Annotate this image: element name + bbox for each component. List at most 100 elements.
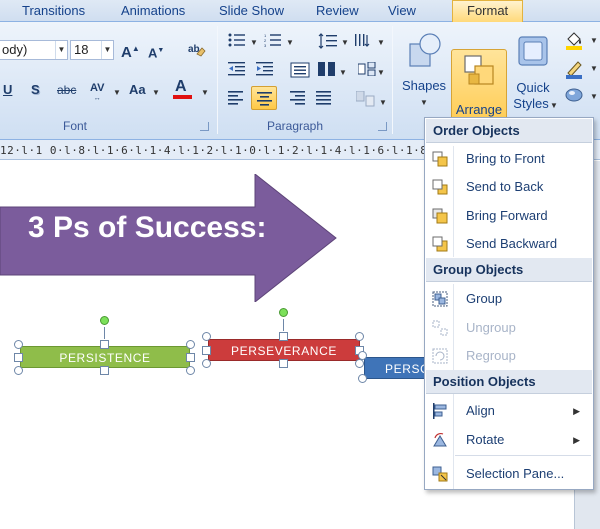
columns-icon[interactable] (318, 62, 336, 80)
shape-effects-icon[interactable] (564, 86, 584, 108)
resize-handle[interactable] (14, 340, 23, 349)
tab-review[interactable]: Review (316, 2, 359, 22)
numbering-icon[interactable]: 123 (264, 33, 282, 51)
bring-to-front-item[interactable]: Bring to Front (426, 145, 592, 173)
resize-handle[interactable] (100, 340, 109, 349)
chevron-down-icon[interactable]: ▼ (201, 88, 209, 97)
chevron-down-icon[interactable]: ▼ (379, 98, 387, 107)
chevron-down-icon[interactable]: ▼ (339, 68, 347, 77)
font-size-combo[interactable]: 18 ▼ (70, 40, 114, 60)
align-right-icon[interactable] (290, 91, 306, 109)
arrange-icon (464, 55, 494, 85)
change-case-button[interactable]: Aa (129, 82, 146, 98)
align-text-icon[interactable] (290, 62, 310, 82)
shrink-font-icon[interactable]: A▼ (148, 43, 164, 61)
rotate-item[interactable]: Rotate ▶ (426, 426, 592, 454)
svg-text:3: 3 (264, 43, 267, 47)
tab-animations[interactable]: Animations (121, 2, 185, 22)
chevron-down-icon[interactable]: ▼ (286, 38, 294, 47)
grow-font-icon[interactable]: A▲ (121, 41, 140, 61)
chevron-down-icon[interactable]: ▼ (590, 64, 598, 73)
strikethrough-button[interactable]: abc (57, 82, 76, 98)
tab-format[interactable]: Format (452, 0, 524, 22)
justify-icon[interactable] (316, 91, 332, 109)
center-align-icon (257, 92, 272, 106)
resize-handle[interactable] (358, 351, 367, 360)
bring-forward-icon (432, 208, 448, 224)
align-item[interactable]: Align ▶ (426, 397, 592, 425)
chevron-down-icon[interactable]: ▼ (152, 88, 160, 97)
group-icon (432, 291, 448, 307)
font-name-combo[interactable]: ody) ▼ (0, 40, 68, 60)
quick-styles-icon (518, 36, 548, 66)
underline-button[interactable]: U (3, 82, 12, 98)
convert-to-smartart-icon[interactable] (355, 90, 376, 111)
selection-pane-item[interactable]: Selection Pane... (426, 460, 592, 488)
chevron-down-icon[interactable]: ▼ (590, 92, 598, 101)
resize-handle[interactable] (202, 359, 211, 368)
regroup-item[interactable]: Regroup (426, 342, 592, 370)
paragraph-dialog-launcher[interactable] (378, 122, 387, 131)
resize-handle[interactable] (202, 332, 211, 341)
font-group-label: Font (62, 119, 87, 133)
third-box[interactable]: PERSO (364, 357, 426, 379)
chevron-down-icon[interactable]: ▼ (101, 41, 113, 59)
resize-handle[interactable] (186, 366, 195, 375)
resize-handle[interactable] (358, 374, 367, 383)
rotation-handle[interactable] (279, 308, 288, 317)
chevron-down-icon[interactable]: ▼ (341, 38, 349, 47)
smartart-icon[interactable] (357, 61, 376, 80)
quick-styles-button[interactable]: Quick Styles ▼ (510, 30, 558, 126)
font-color-button[interactable]: A (175, 79, 187, 95)
paragraph-group-label: Paragraph (266, 119, 324, 133)
font-dialog-launcher[interactable] (200, 122, 209, 131)
text-shadow-button[interactable]: S (31, 82, 40, 98)
shape-fill-icon[interactable] (564, 30, 584, 54)
chevron-down-icon[interactable]: ▼ (250, 38, 258, 47)
tab-transitions[interactable]: Transitions (22, 2, 85, 22)
chevron-down-icon: ▼ (550, 101, 558, 110)
text-direction-icon[interactable] (354, 33, 372, 53)
chevron-down-icon[interactable]: ▼ (55, 41, 67, 59)
perseverance-box[interactable]: PERSEVERANCE (208, 339, 360, 361)
resize-handle[interactable] (186, 340, 195, 349)
center-align-button[interactable] (251, 86, 277, 110)
send-backward-item[interactable]: Send Backward (426, 230, 592, 258)
ungroup-item[interactable]: Ungroup (426, 314, 592, 342)
shapes-button[interactable]: Shapes ▼ (400, 30, 448, 122)
send-to-back-item[interactable]: Send to Back (426, 173, 592, 201)
tab-view[interactable]: View (388, 2, 416, 22)
resize-handle[interactable] (279, 359, 288, 368)
align-left-icon[interactable] (228, 91, 244, 109)
ribbon-tab-bar: Transitions Animations Slide Show Review… (0, 0, 600, 22)
shape-outline-icon[interactable] (564, 59, 584, 83)
rotate-icon (433, 432, 447, 447)
rotation-stem (104, 327, 105, 339)
group-item[interactable]: Group (426, 285, 592, 313)
line-spacing-icon[interactable] (318, 33, 338, 53)
resize-handle[interactable] (14, 353, 23, 362)
bring-forward-item[interactable]: Bring Forward (426, 202, 592, 230)
divider (392, 26, 393, 134)
resize-handle[interactable] (355, 359, 364, 368)
resize-handle[interactable] (355, 332, 364, 341)
chevron-down-icon[interactable]: ▼ (377, 68, 385, 77)
rotation-handle[interactable] (100, 316, 109, 325)
character-spacing-button[interactable]: AV ↔ (90, 80, 104, 102)
resize-handle[interactable] (100, 366, 109, 375)
chevron-down-icon[interactable]: ▼ (377, 38, 385, 47)
resize-handle[interactable] (186, 353, 195, 362)
resize-handle[interactable] (279, 332, 288, 341)
tab-slide-show[interactable]: Slide Show (219, 2, 284, 22)
chevron-down-icon[interactable]: ▼ (113, 88, 121, 97)
persistence-box[interactable]: PERSISTENCE (20, 346, 190, 368)
increase-indent-icon[interactable] (256, 62, 274, 80)
decrease-indent-icon[interactable] (228, 62, 246, 80)
resize-handle[interactable] (14, 366, 23, 375)
resize-handle[interactable] (202, 346, 211, 355)
bullets-icon[interactable] (228, 33, 246, 51)
chevron-down-icon[interactable]: ▼ (590, 36, 598, 45)
group-objects-header: Group Objects (426, 258, 592, 282)
slide-title[interactable]: 3 Ps of Success: (28, 211, 266, 245)
clear-formatting-icon[interactable]: ab (186, 41, 208, 63)
